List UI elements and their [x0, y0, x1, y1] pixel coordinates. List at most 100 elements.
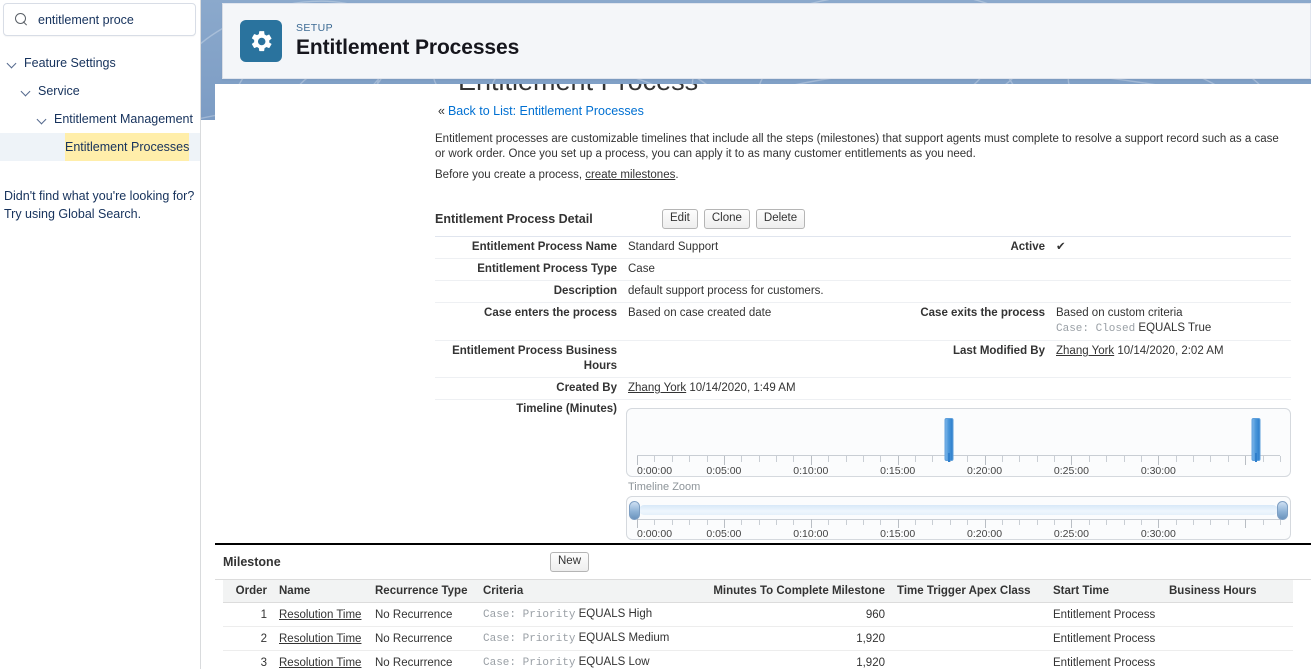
timeline-zoom-track[interactable] [639, 505, 1278, 515]
detail-row: Created By Zhang York 10/14/2020, 1:49 A… [435, 378, 1291, 400]
timeline-major-tick [637, 456, 638, 465]
field-value-case-enters: Based on case created date [628, 307, 772, 319]
timeline-tick-label: 0:00:00 [637, 465, 673, 477]
delete-button[interactable]: Delete [755, 209, 806, 229]
timeline-row: Timeline (Minutes) 0:00:00 0:05:00 0:10:00… [435, 400, 1291, 540]
timeline-major-tick [984, 456, 986, 465]
timeline-minor-tick [671, 519, 673, 525]
setup-eyebrow: SETUP [296, 21, 334, 34]
sidebar-item-entitlement-management[interactable]: Entitlement Management [0, 105, 200, 133]
table-row[interactable]: 2 Resolution Time No Recurrence Case: Prior… [223, 626, 1293, 651]
timeline-minor-tick [1193, 519, 1195, 525]
back-chevron-icon: « [438, 104, 445, 118]
timeline-minor-tick [706, 456, 708, 462]
intro-create-milestones: Before you create a process, create mile… [435, 168, 1285, 183]
milestone-name-link[interactable]: Resolution Time [279, 657, 361, 669]
timeline-minor-tick [689, 456, 691, 462]
timeline-minor-tick [862, 519, 864, 525]
timeline-minor-tick [741, 519, 743, 525]
edit-button[interactable]: Edit [662, 209, 698, 229]
timeline-major-tick [897, 456, 899, 465]
field-value-business-hours [626, 341, 628, 377]
milestone-name-link[interactable]: Resolution Time [279, 633, 361, 645]
col-name[interactable]: Name [275, 580, 371, 603]
field-label-blank [863, 259, 1054, 280]
cell-minutes-to-complete: 1,920 [707, 650, 893, 669]
timeline-zoom-handle-left[interactable] [629, 501, 640, 520]
cell-order: 2 [223, 626, 275, 651]
sidebar-help-text: Didn't find what you're looking for? Try… [0, 187, 200, 223]
timeline-track[interactable]: 0:00:00 0:05:00 0:10:00 0:15:00 0:20:00 0:25:… [626, 408, 1291, 477]
sidebar-item-label: Entitlement Management [54, 112, 193, 126]
created-by-user-link[interactable]: Zhang York [628, 382, 686, 394]
timeline-tick-label: 0:20:00 [967, 465, 1003, 477]
col-recurrence-type[interactable]: Recurrence Type [371, 580, 479, 603]
cell-name[interactable]: Resolution Time [275, 650, 371, 669]
criteria-operator-value: EQUALS High [575, 608, 653, 620]
intro-before-text: Before you create a process, [435, 169, 586, 181]
field-value-description: default support process for customers. [628, 285, 824, 297]
timeline-minor-tick [776, 456, 778, 462]
timeline-minor-tick [949, 519, 951, 525]
field-value-case-exits: Based on custom criteria Case: Closed EQ… [1054, 303, 1211, 340]
detail-row: Entitlement Process Name Standard Suppor… [435, 237, 1291, 259]
timeline-milestone-marker-stem [947, 453, 950, 462]
col-criteria[interactable]: Criteria [479, 580, 707, 603]
quick-find-search[interactable] [3, 3, 196, 36]
timeline-minor-tick [1123, 456, 1125, 462]
col-start-time[interactable]: Start Time [1049, 580, 1165, 603]
last-modified-user-link[interactable]: Zhang York [1056, 345, 1114, 357]
cell-name[interactable]: Resolution Time [275, 626, 371, 651]
timeline-minor-tick [1210, 519, 1212, 525]
setup-header-card: SETUP Entitlement Processes [222, 3, 1311, 79]
timeline-minor-tick [793, 519, 795, 525]
cell-recurrence-type: No Recurrence [371, 626, 479, 651]
field-label-case-exits: Case exits the process [920, 307, 1045, 319]
sidebar-item-feature-settings[interactable]: Feature Settings [0, 49, 200, 77]
timeline-minor-tick [1088, 456, 1090, 462]
page-title: Entitlement Processes [296, 35, 520, 59]
sidebar-item-label: Entitlement Processes [65, 133, 190, 161]
timeline-tick-label: 0:10:00 [793, 528, 829, 540]
sidebar-item-service[interactable]: Service [0, 77, 200, 105]
field-value-process-type: Case [628, 263, 655, 275]
cell-time-trigger-apex-class [893, 626, 1049, 651]
timeline-minor-tick [828, 519, 830, 525]
search-input[interactable] [38, 12, 187, 27]
clone-button[interactable]: Clone [703, 209, 750, 229]
timeline-minor-tick [932, 519, 934, 525]
content-sheet: Entitlement Process «Back to List: Entit… [215, 84, 1311, 669]
chevron-down-icon [20, 85, 33, 98]
cell-time-trigger-apex-class [893, 602, 1049, 627]
table-row[interactable]: 3 Resolution Time No Recurrence Case: Prior… [223, 650, 1293, 669]
timeline-minor-tick [880, 456, 882, 462]
col-minutes-to-complete[interactable]: Minutes To Complete Milestone [707, 580, 893, 603]
back-to-list-link[interactable]: Back to List: Entitlement Processes [448, 104, 644, 118]
timeline-minor-tick [758, 456, 760, 462]
timeline-minor-tick [1019, 519, 1021, 525]
timeline-zoom-handle-right[interactable] [1277, 501, 1288, 520]
detail-row: Entitlement Process Business Hours Last … [435, 341, 1291, 378]
field-value-blank [1054, 281, 1056, 302]
milestone-name-link[interactable]: Resolution Time [279, 609, 361, 621]
timeline-tick-label: 0:15:00 [880, 465, 916, 477]
timeline-minor-tick [845, 456, 847, 462]
col-time-trigger-apex-class[interactable]: Time Trigger Apex Class [893, 580, 1049, 603]
intro-after-text: . [675, 169, 679, 181]
field-label-created-by: Created By [556, 382, 617, 394]
col-order[interactable]: Order [223, 580, 275, 603]
sidebar-item-label: Feature Settings [24, 56, 116, 70]
create-milestones-link[interactable]: create milestones [585, 169, 675, 181]
timeline-minor-tick [1001, 519, 1003, 525]
cell-name[interactable]: Resolution Time [275, 602, 371, 627]
timeline-minor-tick [828, 456, 830, 462]
col-business-hours[interactable]: Business Hours [1165, 580, 1293, 603]
app-root: Feature Settings Service Entitlement Man… [0, 0, 1311, 669]
table-row[interactable]: 1 Resolution Time No Recurrence Case: Prior… [223, 602, 1293, 627]
field-value-process-name: Standard Support [628, 241, 719, 253]
new-milestone-button[interactable]: New [550, 552, 590, 572]
timeline-tick-label: 0:20:00 [967, 528, 1003, 540]
timeline-tick-label: 0:30:00 [1140, 465, 1176, 477]
timeline-zoom-slider[interactable]: 0:00:00 0:05:00 0:10:00 0:15:00 0:20:00 0:25:… [626, 496, 1291, 540]
sidebar-item-entitlement-processes[interactable]: Entitlement Processes [0, 133, 200, 161]
